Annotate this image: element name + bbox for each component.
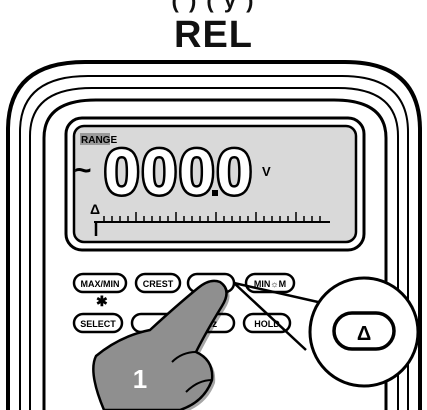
lcd-delta-icon: Δ — [90, 201, 100, 217]
decimal-point — [212, 190, 218, 196]
asterisk-icon: ✱ — [96, 293, 108, 309]
crest-button-label: CREST — [143, 279, 174, 289]
maxmin-button[interactable]: MAX/MIN — [72, 272, 128, 294]
unit-label: V — [262, 164, 271, 179]
select-button-label: SELECT — [80, 319, 116, 329]
ac-symbol: ~ — [74, 154, 92, 187]
delta-icon: Δ — [357, 323, 371, 345]
select-button[interactable]: SELECT — [72, 312, 124, 334]
maxmin-button-label: MAX/MIN — [81, 279, 120, 289]
rel-diagram: ( ) ( y ) REL RANGE ~ 0000 V Δ MAX/MIN ✱… — [0, 0, 427, 410]
multimeter-illustration: RANGE ~ 0000 V Δ MAX/MIN ✱ CREST MIN☼M S… — [6, 60, 422, 410]
crest-button[interactable]: CREST — [134, 272, 182, 294]
backlight-button[interactable]: MIN☼M — [244, 272, 296, 294]
lcd-digits: 0000 — [104, 136, 254, 208]
step-number: 1 — [133, 364, 147, 394]
